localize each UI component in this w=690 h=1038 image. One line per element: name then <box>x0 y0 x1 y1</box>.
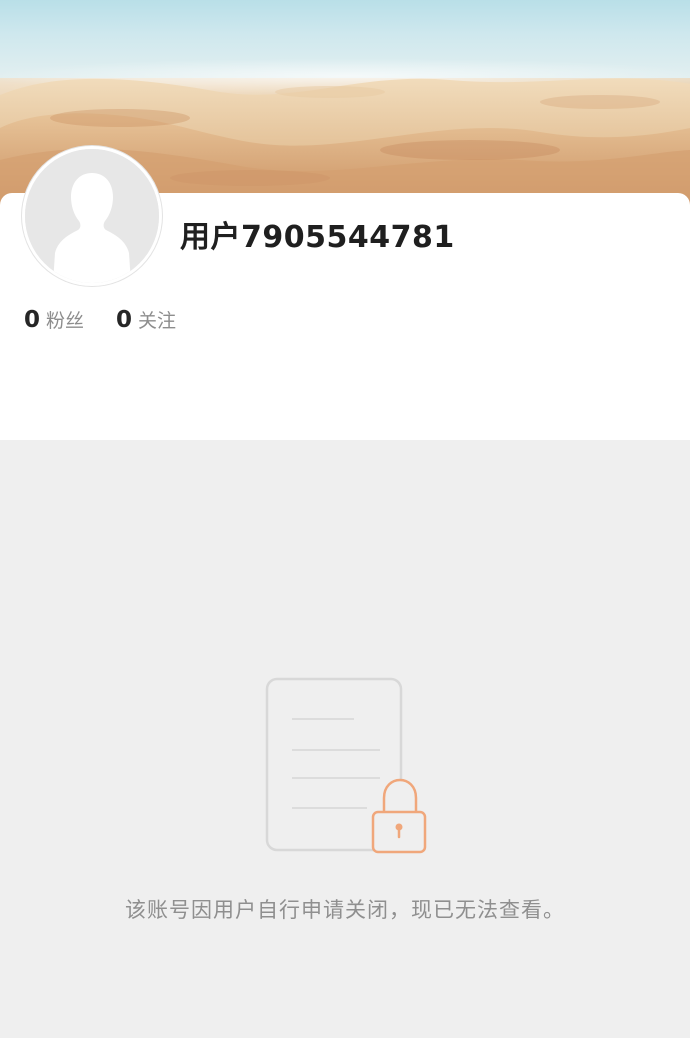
following-label: 关注 <box>138 310 177 332</box>
following-stat[interactable]: 0 关注 <box>116 306 176 333</box>
following-count: 0 <box>116 307 133 333</box>
avatar[interactable] <box>22 146 162 286</box>
default-avatar-icon <box>25 149 159 283</box>
followers-label: 粉丝 <box>46 310 85 332</box>
profile-stats: 0 粉丝 0 关注 <box>24 306 208 333</box>
account-closed-message: 该账号因用户自行申请关闭，现已无法查看。 <box>125 898 565 922</box>
followers-stat[interactable]: 0 粉丝 <box>24 306 84 333</box>
followers-count: 0 <box>24 307 41 333</box>
username: 用户7905544781 <box>180 220 455 255</box>
locked-document-icon <box>262 674 432 859</box>
